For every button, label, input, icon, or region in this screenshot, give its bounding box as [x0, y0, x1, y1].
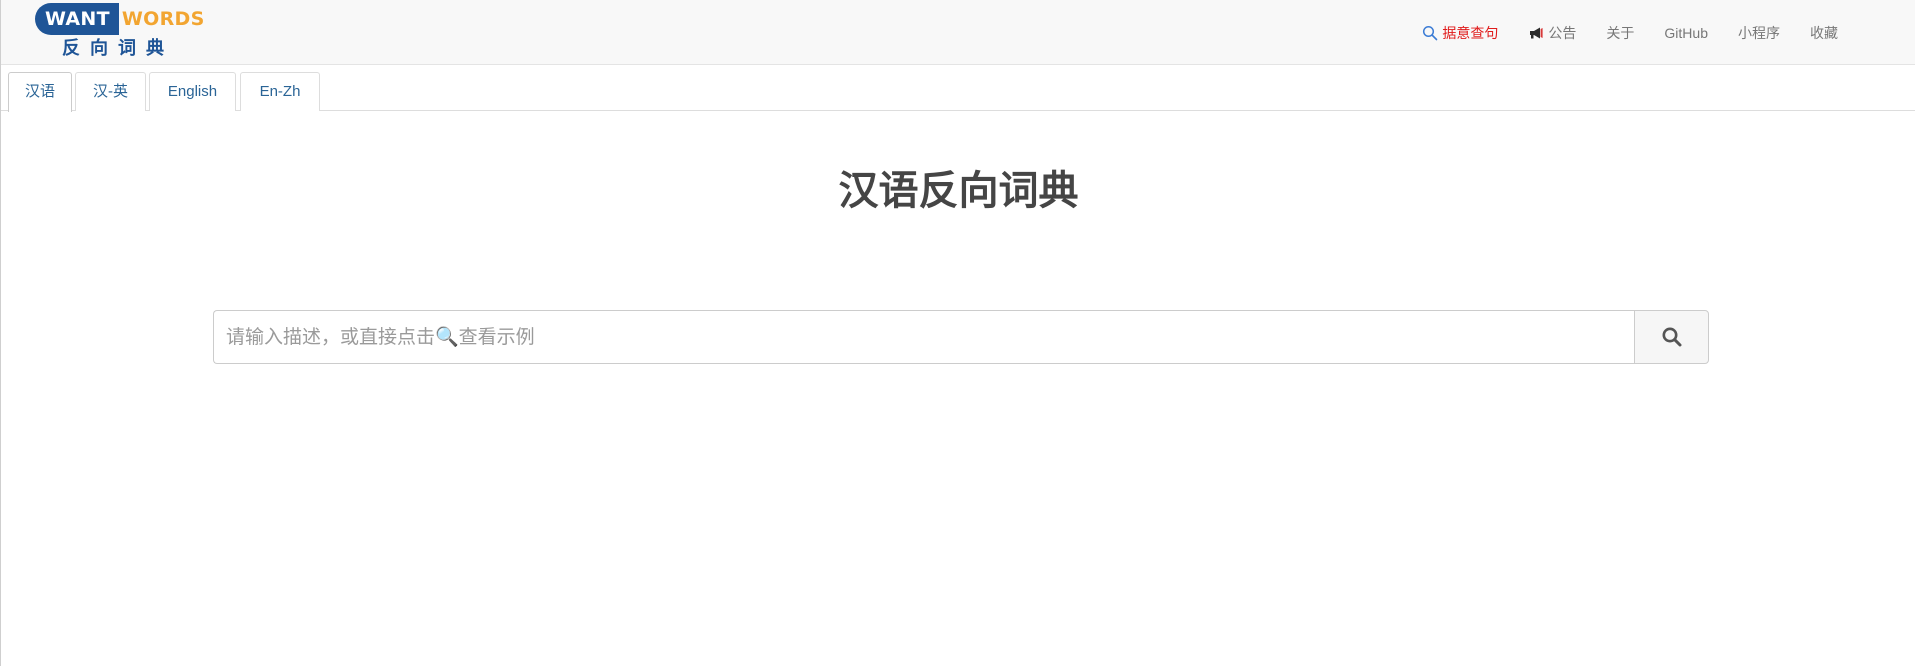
nav-item-label: 收藏	[1810, 24, 1838, 41]
nav-item-label: GitHub	[1664, 24, 1708, 41]
search-input[interactable]	[213, 310, 1634, 364]
nav-item-mini-program[interactable]: 小程序	[1723, 0, 1795, 65]
nav-item-github[interactable]: GitHub	[1649, 0, 1723, 65]
page-title: 汉语反向词典	[838, 168, 1079, 214]
search-bar	[213, 310, 1709, 364]
navbar: WANT WORDS 反向词典 据意查句 公告 关于 GitHub 小程序 收藏	[1, 0, 1915, 65]
nav-item-label: 公告	[1548, 24, 1577, 41]
search-icon	[1662, 327, 1681, 347]
logo-wordmark: WANT WORDS	[35, 3, 205, 35]
nav-menu: 据意查句 公告 关于 GitHub 小程序 收藏	[1407, 0, 1853, 65]
nav-item-label: 关于	[1606, 24, 1635, 41]
search-icon	[1423, 25, 1438, 40]
nav-item-label: 据意查句	[1442, 24, 1499, 41]
megaphone-icon	[1530, 27, 1544, 38]
tab-english[interactable]: English	[149, 72, 236, 111]
logo-want-text: WANT	[35, 3, 119, 35]
nav-item-sentence-search[interactable]: 据意查句	[1407, 0, 1513, 65]
logo-subtitle: 反向词典	[62, 38, 174, 59]
tab-chinese-english[interactable]: 汉-英	[75, 72, 146, 111]
logo-words-text: WORDS	[121, 8, 205, 30]
logo[interactable]: WANT WORDS 反向词典	[35, 3, 205, 61]
tab-english-chinese[interactable]: En-Zh	[240, 72, 320, 111]
language-tabs: 汉语 汉-英 English En-Zh	[1, 71, 1915, 112]
nav-item-favorite[interactable]: 收藏	[1795, 0, 1853, 65]
nav-item-label: 小程序	[1738, 24, 1780, 41]
search-button[interactable]	[1634, 310, 1709, 364]
page: WANT WORDS 反向词典 据意查句 公告 关于 GitHub 小程序 收藏…	[0, 0, 1915, 666]
nav-item-announcement[interactable]: 公告	[1513, 0, 1591, 65]
tab-chinese[interactable]: 汉语	[8, 72, 72, 112]
nav-item-about[interactable]: 关于	[1591, 0, 1649, 65]
